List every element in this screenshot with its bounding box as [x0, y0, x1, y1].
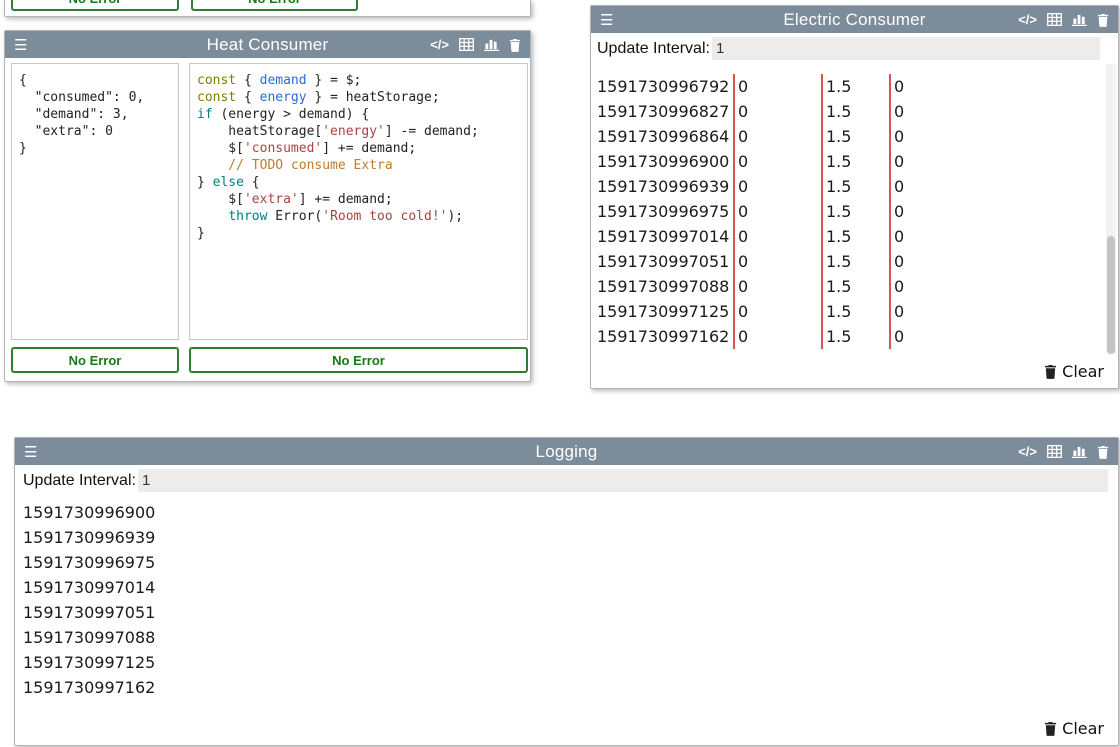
panel-header: ☰ Logging </> [15, 438, 1118, 465]
table-row: 159173099697501.50 [597, 199, 1100, 224]
table-icon[interactable] [459, 38, 474, 51]
table-icon[interactable] [1047, 445, 1062, 458]
update-interval-input[interactable]: 1 [712, 37, 1100, 60]
header-icons: </> [1018, 444, 1109, 459]
table-row: 159173099712501.50 [597, 299, 1100, 324]
scrollbar-thumb[interactable] [1107, 236, 1115, 354]
table-row: 159173099682701.50 [597, 99, 1100, 124]
update-interval-row: Update Interval: 1 [597, 37, 1100, 60]
list-item: 1591730996939 [23, 525, 1108, 550]
code-line: if (energy > demand) { [197, 106, 520, 123]
code-line: } else { [197, 174, 520, 191]
trash-icon[interactable] [1097, 13, 1109, 27]
electric-table: 159173099679201.50159173099682701.501591… [597, 74, 1100, 349]
code-line: $['extra'] += demand; [197, 191, 520, 208]
json-line: { [19, 72, 171, 89]
json-line: "consumed": 0, [19, 89, 171, 106]
menu-icon[interactable]: ☰ [24, 443, 37, 461]
code-line: } [197, 225, 520, 242]
trash-icon[interactable] [1097, 445, 1109, 459]
list-item: 1591730997088 [23, 625, 1108, 650]
trash-icon [1044, 364, 1057, 379]
update-interval-label: Update Interval: [23, 472, 136, 490]
code-icon[interactable]: </> [1018, 12, 1037, 27]
header-icons: </> [1018, 12, 1109, 27]
chart-icon[interactable] [1072, 13, 1087, 26]
update-interval-row: Update Interval: 1 [23, 469, 1108, 492]
trash-icon[interactable] [509, 38, 521, 52]
table-row: 159173099708801.50 [597, 274, 1100, 299]
clear-button[interactable]: Clear [1044, 362, 1104, 381]
state-json: { "consumed": 0, "demand": 3, "extra": 0… [11, 63, 179, 340]
status-button[interactable]: No Error [11, 347, 179, 373]
code-icon[interactable]: </> [1018, 444, 1037, 459]
list-item: 1591730996975 [23, 550, 1108, 575]
table-row: 159173099701401.50 [597, 224, 1100, 249]
table-row: 159173099679201.50 [597, 74, 1100, 99]
scrollbar[interactable] [1106, 64, 1116, 354]
list-item: 1591730997014 [23, 575, 1108, 600]
status-button[interactable]: No Error [189, 347, 528, 373]
update-interval-input[interactable]: 1 [138, 469, 1108, 492]
electric-consumer-panel: ☰ Electric Consumer </> Update Interval:… [590, 5, 1119, 389]
clear-label: Clear [1062, 362, 1104, 381]
json-line: "extra": 0 [19, 123, 171, 140]
table-row: 159173099690001.50 [597, 149, 1100, 174]
code-line: throw Error('Room too cold!'); [197, 208, 520, 225]
list-item: 1591730997125 [23, 650, 1108, 675]
trash-icon [1044, 721, 1057, 736]
code-icon[interactable]: </> [430, 37, 449, 52]
code-line: const { demand } = $; [197, 72, 520, 89]
table-icon[interactable] [1047, 13, 1062, 26]
list-item: 1591730997162 [23, 675, 1108, 700]
code-line: $['consumed'] += demand; [197, 140, 520, 157]
table-row: 159173099705101.50 [597, 249, 1100, 274]
code-editor[interactable]: const { demand } = $;const { energy } = … [189, 63, 528, 340]
code-line: const { energy } = heatStorage; [197, 89, 520, 106]
panel-header: ☰ Electric Consumer </> [591, 6, 1118, 33]
header-icons: </> [430, 37, 521, 52]
panel-title: Logging [15, 442, 1118, 462]
table-row: 159173099716201.50 [597, 324, 1100, 349]
cutoff-panel: No Error No Error [4, 0, 531, 17]
chart-icon[interactable] [1072, 445, 1087, 458]
status-button[interactable]: No Error [11, 0, 179, 11]
menu-icon[interactable]: ☰ [14, 36, 27, 54]
heat-consumer-panel: ☰ Heat Consumer </> { "consumed": 0, "de… [4, 30, 531, 382]
menu-icon[interactable]: ☰ [600, 11, 613, 29]
table-row: 159173099693901.50 [597, 174, 1100, 199]
logging-list: 1591730996900159173099693915917309969751… [23, 500, 1108, 700]
list-item: 1591730996900 [23, 500, 1108, 525]
code-line: heatStorage['energy'] -= demand; [197, 123, 520, 140]
chart-icon[interactable] [484, 38, 499, 51]
code-line: // TODO consume Extra [197, 157, 520, 174]
json-line: } [19, 140, 171, 157]
update-interval-label: Update Interval: [597, 40, 710, 58]
json-line: "demand": 3, [19, 106, 171, 123]
status-button[interactable]: No Error [191, 0, 358, 11]
table-row: 159173099686401.50 [597, 124, 1100, 149]
clear-button[interactable]: Clear [1044, 719, 1104, 738]
list-item: 1591730997051 [23, 600, 1108, 625]
screen: No Error No Error ☰ Heat Consumer </> { … [0, 0, 1120, 747]
panel-header: ☰ Heat Consumer </> [5, 31, 530, 58]
clear-label: Clear [1062, 719, 1104, 738]
logging-panel: ☰ Logging </> Update Interval: 1 1591730… [14, 437, 1119, 746]
